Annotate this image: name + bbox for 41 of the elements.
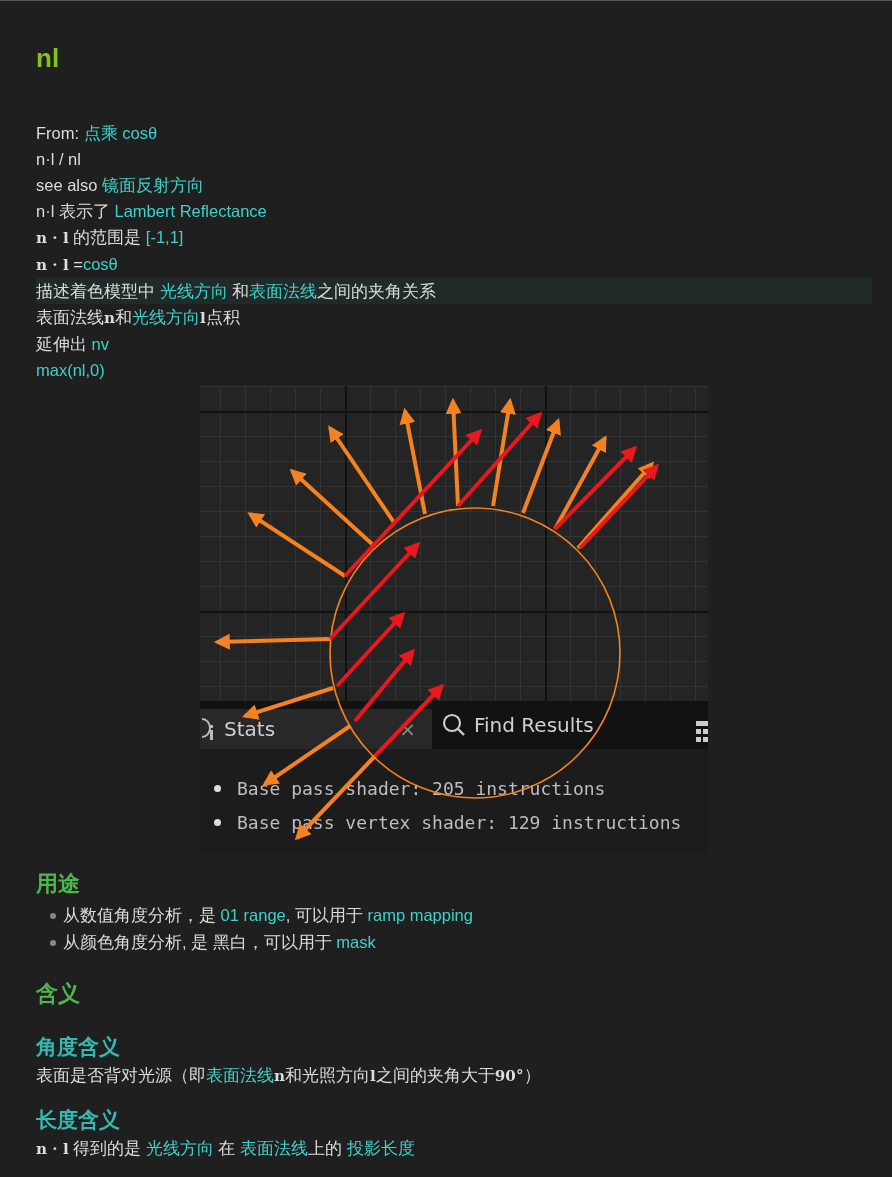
link[interactable]: max(nl,0) (36, 361, 105, 379)
link[interactable]: 镜面反射方向 (102, 176, 205, 194)
text-line: n · l 的范围是 [-1,1] (36, 227, 184, 249)
link[interactable]: [-1,1] (145, 228, 184, 246)
link[interactable]: cosθ (82, 255, 118, 273)
section-heading: 含义 (36, 980, 81, 1008)
text-line: 表面法线n和光线方向l点积 (36, 307, 240, 329)
link[interactable]: ramp mapping (367, 906, 473, 924)
link[interactable]: 点乘 cosθ (83, 124, 158, 142)
text-line: n·l / nl (36, 149, 81, 170)
text-line: n·l 表示了 Lambert Reflectance (36, 201, 267, 222)
paragraph: n · l 得到的是 光线方向 在 表面法线上的 投影长度 (36, 1138, 416, 1160)
link[interactable]: 表面法线 (240, 1139, 308, 1157)
link[interactable]: Lambert Reflectance (114, 202, 267, 220)
subsection-heading: 角度含义 (36, 1034, 121, 1060)
link[interactable]: 表面法线 (249, 282, 318, 300)
link[interactable]: 光线方向 (145, 1139, 214, 1157)
link[interactable]: 01 range (220, 906, 286, 924)
bullet-icon (50, 939, 56, 946)
text-line: From: 点乘 cosθ (36, 123, 158, 144)
text-line: n · l =cosθ (36, 254, 118, 276)
link[interactable]: 投影长度 (346, 1139, 415, 1157)
text-line: 延伸出 nv (36, 334, 110, 355)
search-icon (442, 713, 466, 737)
bullet-icon (214, 784, 221, 792)
subsection-heading: 长度含义 (36, 1107, 121, 1133)
text-line: see also 镜面反射方向 (36, 175, 205, 196)
paragraph: 表面是否背对光源（即表面法线n和光照方向l之间的夹角大于90°） (36, 1065, 542, 1087)
section-heading: 用途 (36, 870, 81, 898)
list-item-text: 从颜色角度分析, 是 黑白，可以用于 mask (63, 932, 376, 953)
page-title: nl (36, 42, 61, 75)
link[interactable]: 光线方向 (159, 282, 228, 300)
link[interactable]: 表面法线 (206, 1066, 274, 1084)
bullet-icon (50, 912, 56, 919)
link[interactable]: 光线方向 (132, 308, 201, 326)
grid-icon (696, 720, 708, 742)
bullet-icon (214, 818, 221, 826)
link[interactable]: mask (336, 933, 376, 951)
stats-icon (200, 716, 216, 742)
link[interactable]: nv (91, 335, 110, 353)
list-item-text: 从数值角度分析，是 01 range, 可以用于 ramp mapping (63, 905, 473, 926)
